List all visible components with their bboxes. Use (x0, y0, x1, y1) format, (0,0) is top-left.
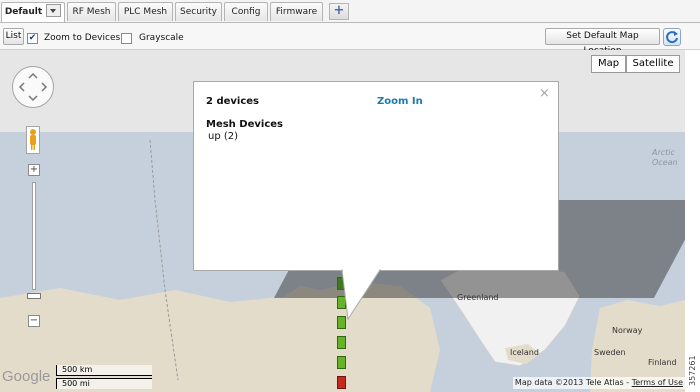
device-marker-alert[interactable] (337, 376, 346, 389)
tab-dropdown-icon[interactable] (46, 4, 62, 17)
zoom-slider-thumb[interactable] (27, 293, 41, 299)
set-default-map-location-button[interactable]: Set Default Map Location (545, 28, 660, 56)
tab-rf-mesh[interactable]: RF Mesh (67, 2, 116, 21)
zoom-slider-track[interactable] (32, 182, 36, 290)
map-label-iceland: Iceland (510, 348, 539, 357)
map-type-satellite-button[interactable]: Satellite (626, 55, 680, 73)
popup-section-title: Mesh Devices (206, 119, 283, 130)
map-label-norway: Norway (612, 326, 643, 335)
map-type-map-button[interactable]: Map (591, 55, 626, 73)
scale-mi: 500 mi (56, 378, 152, 389)
map-toolbar: List ✔ Zoom to Devices Grayscale Set Def… (0, 23, 700, 56)
tab-plc-mesh[interactable]: PLC Mesh (118, 2, 173, 21)
pan-arrows-icon (18, 72, 48, 102)
tab-bar: Default RF Mesh PLC Mesh Security Config… (0, 0, 700, 23)
popup-zoom-in-link[interactable]: Zoom In (377, 96, 423, 107)
terms-of-use-link[interactable]: Terms of Use (632, 378, 683, 387)
map-attribution: Map data ©2013 Tele Atlas - Terms of Use (512, 377, 685, 389)
map-label-ocean: Ocean (652, 158, 678, 167)
devices-popup (193, 81, 559, 271)
attribution-text: Map data ©2013 Tele Atlas - (514, 378, 632, 387)
tab-security[interactable]: Security (175, 2, 222, 21)
street-view-pegman[interactable] (26, 126, 40, 154)
add-tab-button[interactable]: + (329, 3, 349, 20)
grayscale-label: Grayscale (139, 33, 184, 43)
tab-default-label: Default (4, 7, 43, 17)
zoom-to-devices-label: Zoom to Devices (44, 33, 121, 43)
map-label-arctic: Arctic (652, 148, 675, 157)
refresh-icon (666, 31, 678, 44)
tab-firmware[interactable]: Firmware (270, 2, 323, 21)
pan-control[interactable] (12, 66, 54, 108)
zoom-to-devices-checkbox[interactable]: ✔ (27, 33, 38, 44)
refresh-button[interactable] (663, 28, 681, 46)
popup-status-line[interactable]: up (2) (208, 131, 238, 142)
pegman-icon (30, 129, 36, 150)
device-marker[interactable] (337, 356, 346, 369)
list-button[interactable]: List (3, 28, 24, 45)
popup-close-icon[interactable]: × (539, 87, 550, 100)
device-marker[interactable] (337, 336, 346, 349)
tab-config[interactable]: Config (224, 2, 268, 21)
map-label-sweden: Sweden (594, 348, 626, 357)
popup-device-count: 2 devices (206, 96, 259, 107)
tab-default[interactable]: Default (1, 2, 65, 22)
figure-id: 357261 (688, 355, 697, 386)
scale-km: 500 km (56, 365, 152, 376)
map-label-finland: Finland (648, 358, 677, 367)
map-label-greenland: Greenland (457, 293, 499, 302)
grayscale-checkbox[interactable] (121, 33, 132, 44)
popup-tail (341, 269, 381, 321)
zoom-in-button[interactable]: + (28, 164, 40, 176)
google-logo[interactable]: Google (2, 368, 50, 385)
zoom-out-button[interactable]: − (28, 315, 40, 327)
